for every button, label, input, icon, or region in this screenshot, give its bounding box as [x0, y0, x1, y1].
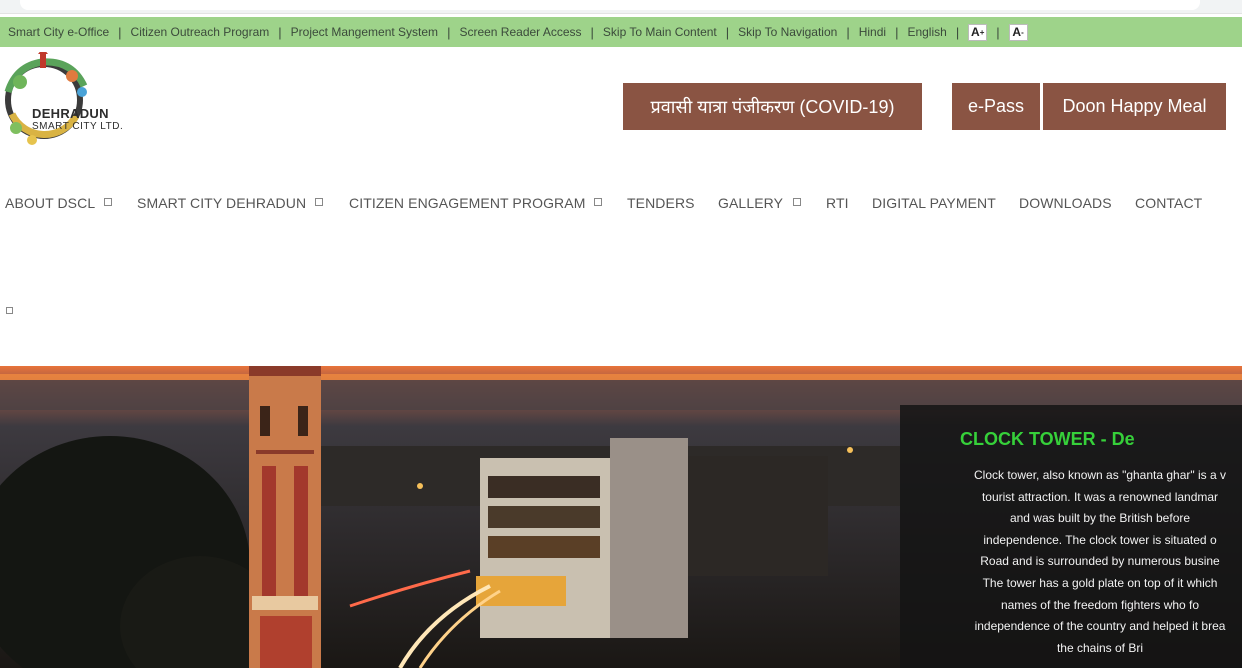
- caption-line: Clock tower, also known as "ghanta ghar"…: [974, 468, 1226, 482]
- caption-line: independence of the country and helped i…: [974, 619, 1226, 634]
- logo-emblem-icon: [4, 48, 88, 145]
- main-nav: ABOUT DSCL SMART CITY DEHRADUN CITIZEN E…: [0, 190, 1242, 216]
- browser-address-strip: [0, 0, 1242, 14]
- separator: |: [955, 24, 960, 40]
- separator: |: [118, 24, 122, 40]
- logo-title: DEHRADUN: [32, 106, 109, 121]
- hero-caption-panel: CLOCK TOWER - De Clock tower, also known…: [900, 405, 1242, 668]
- font-increase-button[interactable]: A +: [968, 23, 988, 41]
- link-skip-nav[interactable]: Skip To Navigation: [738, 25, 837, 39]
- hero-caption-title: CLOCK TOWER - De: [960, 429, 1135, 449]
- separator: |: [447, 24, 451, 40]
- address-bar[interactable]: [20, 0, 1200, 10]
- link-hindi[interactable]: Hindi: [859, 25, 886, 39]
- separator: |: [996, 24, 1000, 40]
- separator: |: [846, 24, 850, 40]
- link-screen-reader[interactable]: Screen Reader Access: [459, 25, 581, 39]
- migrant-registration-button[interactable]: प्रवासी यात्रा पंजीकरण (COVID-19): [623, 83, 922, 130]
- nav-digital-payment[interactable]: DIGITAL PAYMENT: [872, 195, 996, 211]
- caption-line: names of the freedom fighters who fo: [1000, 597, 1200, 612]
- font-decrease-button[interactable]: A-: [1008, 23, 1028, 41]
- nav-smart-city-dehradun[interactable]: SMART CITY DEHRADUN: [137, 195, 306, 211]
- separator: |: [895, 24, 899, 40]
- chevron-down-icon[interactable]: [793, 198, 801, 206]
- caption-line: independence. The clock tower is situate…: [983, 532, 1217, 547]
- link-project-management[interactable]: Project Mangement System: [291, 25, 438, 39]
- top-utility-bar: Smart City e-Office | Citizen Outreach P…: [0, 17, 1242, 47]
- chevron-down-icon[interactable]: [6, 307, 13, 314]
- nav-gallery[interactable]: GALLERY: [718, 195, 783, 211]
- chevron-down-icon[interactable]: [315, 198, 323, 206]
- caption-line: The tower has a gold plate on top of it …: [982, 575, 1218, 590]
- nav-downloads[interactable]: DOWNLOADS: [1019, 195, 1112, 211]
- link-citizen-outreach[interactable]: Citizen Outreach Program: [131, 25, 270, 39]
- e-pass-button[interactable]: e-Pass: [952, 83, 1040, 130]
- nav-about-dscl[interactable]: ABOUT DSCL: [5, 195, 95, 211]
- caption-line: Road and is surrounded by numerous busin…: [980, 554, 1220, 569]
- nav-rti[interactable]: RTI: [826, 195, 849, 211]
- link-english[interactable]: English: [907, 25, 946, 39]
- separator: |: [725, 24, 730, 40]
- hero-caption-text: Clock tower, also known as "ghanta ghar"…: [940, 465, 1242, 659]
- caption-line: the chains of Bri: [1056, 640, 1144, 655]
- logo-subtitle: SMART CITY LTD.: [32, 121, 124, 132]
- link-smart-city-e-office[interactable]: Smart City e-Office: [8, 25, 109, 39]
- chevron-down-icon[interactable]: [104, 198, 112, 206]
- doon-happy-meal-button[interactable]: Doon Happy Meal: [1043, 83, 1226, 130]
- caption-line: and was built by the British before: [1009, 511, 1191, 526]
- separator: |: [278, 24, 282, 40]
- link-skip-main[interactable]: Skip To Main Content: [603, 25, 717, 39]
- caption-line: tourist attraction. It was a renowned la…: [981, 489, 1219, 504]
- nav-contact[interactable]: CONTACT: [1135, 195, 1202, 211]
- logo-text: DEHRADUN SMART CITY LTD.: [32, 107, 123, 133]
- separator: |: [590, 24, 594, 40]
- chevron-down-icon[interactable]: [594, 198, 602, 206]
- dscl-logo[interactable]: [2, 48, 142, 150]
- nav-citizen-engagement[interactable]: CITIZEN ENGAGEMENT PROGRAM: [349, 195, 585, 211]
- nav-tenders[interactable]: TENDERS: [627, 195, 695, 211]
